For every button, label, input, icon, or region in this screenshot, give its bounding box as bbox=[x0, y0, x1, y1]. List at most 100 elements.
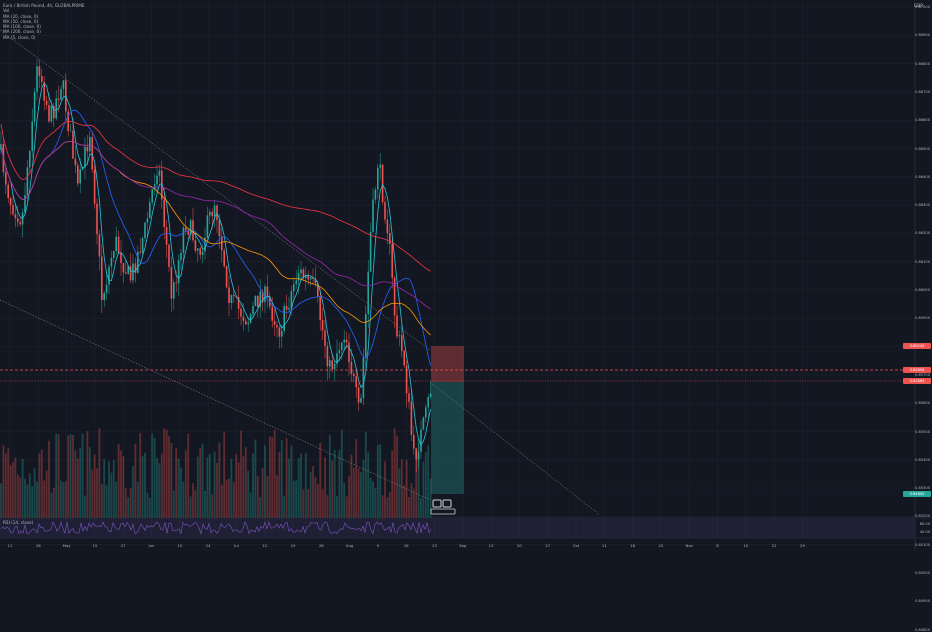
volume-bar bbox=[422, 461, 425, 518]
date-tick-label: 27 bbox=[120, 543, 126, 548]
volume-bar bbox=[52, 487, 55, 518]
candle-body bbox=[120, 253, 122, 264]
price-tick-label: 0.85600 bbox=[915, 401, 930, 406]
volume-bar bbox=[264, 445, 266, 518]
price-tick-label: 0.85900 bbox=[915, 316, 930, 321]
volume-bar bbox=[194, 489, 197, 518]
legend-title[interactable]: Euro / British Pound, 4h, GLOBALPRIME bbox=[3, 3, 85, 8]
candle-body bbox=[360, 397, 362, 403]
volume-bar bbox=[72, 434, 74, 518]
rsi-tick-label: 60.00 bbox=[919, 522, 930, 526]
volume-bar bbox=[343, 482, 346, 518]
candle-body bbox=[12, 205, 14, 215]
candle-body bbox=[417, 451, 420, 460]
volume-bar bbox=[338, 449, 341, 518]
candle-body bbox=[276, 325, 278, 328]
volume-bars bbox=[0, 428, 432, 518]
candle-body bbox=[413, 434, 415, 449]
volume-bar bbox=[228, 478, 230, 518]
volume-bar bbox=[172, 490, 175, 518]
volume-bar bbox=[242, 455, 245, 518]
candle-body bbox=[379, 164, 381, 168]
candle-body bbox=[33, 91, 36, 122]
price-tick-label: 0.86400 bbox=[915, 174, 930, 179]
volume-bar bbox=[55, 433, 58, 518]
rsi-legend[interactable]: RSI (14, close) bbox=[3, 520, 33, 525]
volume-bar bbox=[115, 481, 118, 518]
candle-body bbox=[341, 342, 343, 351]
candle-body bbox=[62, 80, 65, 90]
candle-body bbox=[386, 219, 389, 234]
candle-body bbox=[369, 231, 372, 272]
volume-bar bbox=[333, 450, 336, 518]
volume-bar bbox=[312, 465, 314, 518]
target-price-badge: 0.84800 bbox=[903, 491, 931, 497]
candle-body bbox=[146, 218, 149, 223]
date-tick-label: 11 bbox=[601, 543, 607, 548]
candle-body bbox=[139, 251, 141, 253]
volume-bar bbox=[259, 497, 262, 518]
candle-body bbox=[218, 220, 221, 237]
volume-bar bbox=[410, 483, 413, 518]
volume-bar bbox=[400, 459, 403, 518]
candle-body bbox=[233, 294, 235, 297]
candle-body bbox=[125, 272, 127, 274]
stop-price-badge: 0.86245 bbox=[903, 343, 931, 349]
volume-bar bbox=[26, 484, 29, 518]
volume-bar bbox=[355, 439, 358, 518]
volume-bar bbox=[45, 470, 48, 518]
candle-body bbox=[353, 373, 355, 377]
candle-body bbox=[377, 167, 379, 190]
candle-body bbox=[278, 327, 281, 337]
volume-bar bbox=[158, 463, 161, 518]
volume-bar bbox=[7, 448, 10, 518]
volume-bar bbox=[187, 433, 190, 518]
rsi-tick-label: 40.00 bbox=[919, 530, 930, 534]
candle-body bbox=[74, 158, 77, 166]
volume-bar bbox=[160, 453, 163, 518]
volume-bar bbox=[19, 477, 22, 518]
volume-bar bbox=[180, 467, 182, 518]
legend-ma5[interactable]: MA (5, close, 0) bbox=[3, 35, 85, 40]
volume-bar bbox=[336, 496, 338, 518]
candle-body bbox=[5, 172, 7, 185]
volume-bar bbox=[74, 450, 77, 518]
price-tick-label: 0.85000 bbox=[915, 571, 930, 575]
date-tick-label: 13 bbox=[488, 543, 494, 548]
candle-body bbox=[331, 360, 333, 370]
candle-body bbox=[141, 238, 144, 253]
volume-bar bbox=[196, 456, 199, 518]
volume-bar bbox=[412, 488, 415, 518]
candle-body bbox=[410, 401, 413, 435]
date-tick-label: 15 bbox=[177, 543, 183, 548]
volume-bar bbox=[189, 496, 192, 518]
tradingview-logo bbox=[430, 499, 456, 515]
candle-body bbox=[185, 227, 187, 231]
candle-body bbox=[300, 269, 302, 274]
price-tick-label: 0.86000 bbox=[915, 288, 930, 292]
candle-body bbox=[350, 361, 353, 374]
candle-body bbox=[307, 275, 309, 280]
candle-body bbox=[24, 195, 26, 213]
volume-bar bbox=[132, 466, 134, 518]
date-tick-label: 18 bbox=[630, 543, 636, 548]
volume-bar bbox=[252, 453, 254, 518]
price-chart[interactable] bbox=[0, 0, 932, 550]
volume-bar bbox=[117, 443, 120, 518]
volume-bar bbox=[396, 435, 398, 518]
ma50-line bbox=[0, 140, 431, 336]
date-tick-label: 27 bbox=[545, 543, 551, 548]
price-tick-label: 0.87000 bbox=[915, 5, 930, 9]
candle-body bbox=[91, 136, 93, 170]
date-tick-label: 19 bbox=[290, 543, 296, 548]
volume-bar bbox=[328, 435, 331, 518]
volume-bar bbox=[182, 481, 185, 518]
candle-body bbox=[14, 214, 17, 219]
current-price-badge: 0.85883 bbox=[903, 378, 931, 384]
candle-body bbox=[345, 339, 348, 343]
volume-bar bbox=[379, 444, 382, 518]
candle-body bbox=[122, 263, 125, 273]
candle-body bbox=[420, 429, 422, 452]
date-tick-label: 22 bbox=[771, 543, 777, 548]
volume-bar bbox=[218, 442, 221, 518]
